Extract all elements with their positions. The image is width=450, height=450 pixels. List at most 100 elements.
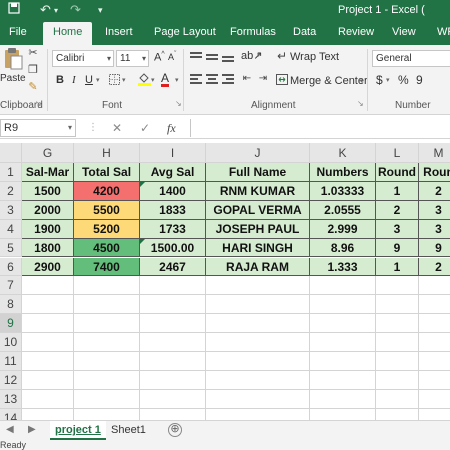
table-cell[interactable] <box>206 276 310 296</box>
header-cell[interactable]: Sal-Mar <box>22 163 74 182</box>
font-name-combo[interactable]: Calibri ▾ <box>52 50 114 67</box>
insert-function-button[interactable]: fx <box>167 121 176 136</box>
table-cell[interactable] <box>22 333 74 352</box>
table-cell[interactable] <box>74 389 140 409</box>
tab-data[interactable]: Data <box>293 22 316 45</box>
table-cell[interactable]: 2.0555 <box>310 200 376 220</box>
name-box-dropdown-icon[interactable]: ▾ <box>68 120 72 136</box>
table-cell[interactable]: 3 <box>419 200 450 220</box>
table-cell[interactable] <box>140 389 206 409</box>
table-cell[interactable] <box>22 276 74 296</box>
tab-file[interactable]: File <box>9 22 27 45</box>
column-header[interactable]: J <box>206 143 310 163</box>
table-cell[interactable] <box>74 295 140 315</box>
table-cell[interactable] <box>376 389 419 409</box>
table-cell[interactable] <box>206 352 310 371</box>
row-header[interactable]: 10 <box>0 333 22 352</box>
select-all-corner[interactable] <box>0 143 22 163</box>
table-cell[interactable]: 1.333 <box>310 257 376 277</box>
table-cell[interactable] <box>376 370 419 390</box>
header-cell[interactable]: Full Name <box>206 163 310 182</box>
merge-dropdown-icon[interactable]: ▾ <box>360 77 364 85</box>
customize-icon[interactable]: ▾ <box>98 5 103 16</box>
wrap-text-icon[interactable]: ↵ <box>275 49 289 63</box>
row-header[interactable]: 4 <box>0 219 22 239</box>
currency-format-button[interactable]: $ <box>376 73 383 87</box>
table-cell[interactable] <box>376 295 419 315</box>
table-cell[interactable] <box>22 314 74 334</box>
table-cell[interactable] <box>206 333 310 352</box>
font-launcher-icon[interactable]: ↘ <box>175 99 182 108</box>
table-cell[interactable] <box>419 295 450 315</box>
table-cell[interactable] <box>310 333 376 352</box>
alignment-launcher-icon[interactable]: ↘ <box>357 99 364 108</box>
tab-view[interactable]: View <box>392 22 416 45</box>
table-cell[interactable] <box>310 352 376 371</box>
column-header[interactable]: I <box>140 143 206 163</box>
table-cell[interactable]: 1500.00 <box>140 238 206 258</box>
table-cell[interactable] <box>22 295 74 315</box>
table-cell[interactable] <box>419 314 450 334</box>
table-cell[interactable] <box>22 352 74 371</box>
table-cell[interactable] <box>310 389 376 409</box>
font-size-combo[interactable]: 11 ▾ <box>116 50 149 67</box>
table-cell[interactable] <box>22 370 74 390</box>
align-left-icon[interactable] <box>190 74 202 84</box>
table-cell[interactable] <box>376 276 419 296</box>
table-cell[interactable]: 9 <box>376 238 419 258</box>
table-cell[interactable]: 1500 <box>22 181 74 201</box>
enter-entry-icon[interactable]: ✓ <box>140 121 150 135</box>
table-cell[interactable]: 1400 <box>140 181 206 201</box>
table-cell[interactable]: 3 <box>376 219 419 239</box>
undo-icon[interactable]: ↶ <box>40 2 51 18</box>
table-cell[interactable]: 1733 <box>140 219 206 239</box>
undo-dropdown-icon[interactable]: ▾ <box>54 6 58 15</box>
table-cell[interactable]: 4500 <box>74 238 140 258</box>
sheet-tab-project-1[interactable]: project 1 <box>50 421 106 440</box>
tab-insert[interactable]: Insert <box>105 22 133 45</box>
formula-input[interactable] <box>190 119 450 137</box>
table-cell[interactable] <box>206 389 310 409</box>
table-cell[interactable] <box>376 352 419 371</box>
header-cell[interactable]: Numbers <box>310 163 376 182</box>
table-cell[interactable] <box>22 389 74 409</box>
table-cell[interactable]: 9 <box>419 238 450 258</box>
table-cell[interactable] <box>140 295 206 315</box>
cancel-entry-icon[interactable]: ✕ <box>112 121 122 135</box>
tab-formulas[interactable]: Formulas <box>230 22 276 45</box>
table-cell[interactable]: 5500 <box>74 200 140 220</box>
currency-dropdown-icon[interactable]: ▾ <box>386 76 390 84</box>
increase-indent-icon[interactable]: ⇥ <box>256 72 270 86</box>
table-cell[interactable]: RNM KUMAR <box>206 181 310 201</box>
italic-button[interactable]: I <box>72 74 76 86</box>
row-header[interactable]: 9 <box>0 314 22 334</box>
table-cell[interactable] <box>140 352 206 371</box>
table-cell[interactable]: 2467 <box>140 257 206 277</box>
table-cell[interactable] <box>419 390 450 409</box>
table-cell[interactable]: 3 <box>419 219 450 239</box>
sheet-tab-sheet1[interactable]: Sheet1 <box>106 421 151 440</box>
table-cell[interactable] <box>419 352 450 371</box>
table-cell[interactable]: 1 <box>376 257 419 277</box>
top-align-icon[interactable] <box>190 52 202 62</box>
table-cell[interactable]: 2 <box>419 181 450 201</box>
table-cell[interactable] <box>419 276 450 296</box>
row-header[interactable]: 1 <box>0 163 22 182</box>
row-header[interactable]: 11 <box>0 352 22 371</box>
row-header[interactable]: 5 <box>0 238 22 258</box>
column-header[interactable]: L <box>376 143 419 163</box>
grow-font-button[interactable]: A^ <box>154 51 165 64</box>
font-color-button[interactable]: A <box>161 72 170 87</box>
table-cell[interactable] <box>206 295 310 315</box>
column-header[interactable]: G <box>22 143 74 163</box>
table-cell[interactable] <box>419 371 450 390</box>
table-cell[interactable] <box>140 314 206 334</box>
tab-home[interactable]: Home <box>43 22 93 45</box>
bottom-align-icon[interactable] <box>222 56 234 66</box>
header-cell[interactable]: Avg Sal <box>140 163 206 182</box>
row-header[interactable]: 6 <box>0 257 22 277</box>
row-header[interactable]: 8 <box>0 295 22 315</box>
table-cell[interactable]: 1800 <box>22 238 74 258</box>
column-header[interactable]: M <box>419 143 450 163</box>
font-color-dropdown-icon[interactable]: ▾ <box>175 76 179 84</box>
